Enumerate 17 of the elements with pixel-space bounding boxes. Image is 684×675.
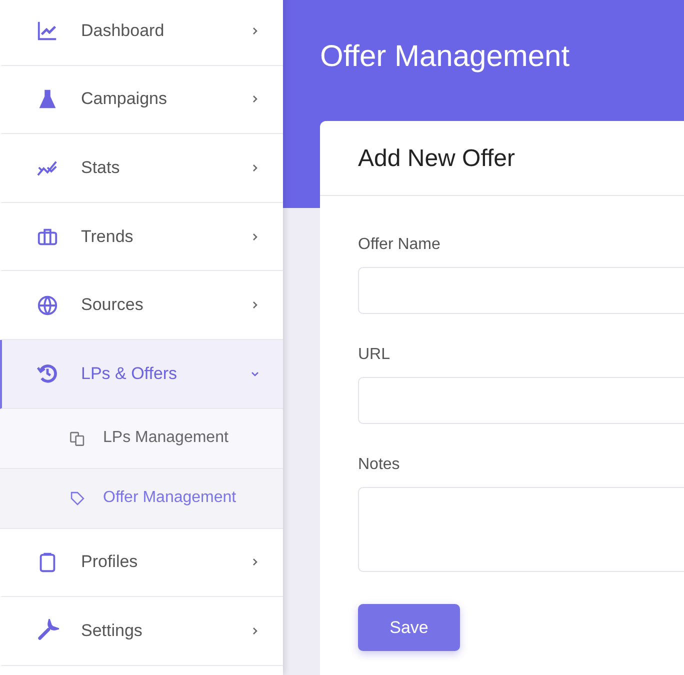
- page-title: Offer Management: [320, 40, 571, 74]
- history-icon: [36, 362, 59, 386]
- save-button[interactable]: Save: [358, 604, 460, 651]
- field-label: Notes: [358, 456, 400, 474]
- field-label: Offer Name: [358, 236, 440, 254]
- wrench-icon: [36, 619, 59, 642]
- field-label: URL: [358, 346, 390, 364]
- copy-icon: [69, 430, 86, 447]
- tag-icon: [69, 490, 86, 507]
- input-field[interactable]: [358, 267, 684, 314]
- globe-icon: [36, 294, 59, 317]
- input-field[interactable]: [358, 377, 684, 424]
- card-title: Add New Offer: [320, 121, 684, 196]
- line-chart-icon: [36, 19, 59, 42]
- submenu-item[interactable]: LPs Management: [0, 408, 283, 469]
- nav-item[interactable]: LPs & Offers: [0, 340, 283, 409]
- text-area[interactable]: [358, 487, 684, 572]
